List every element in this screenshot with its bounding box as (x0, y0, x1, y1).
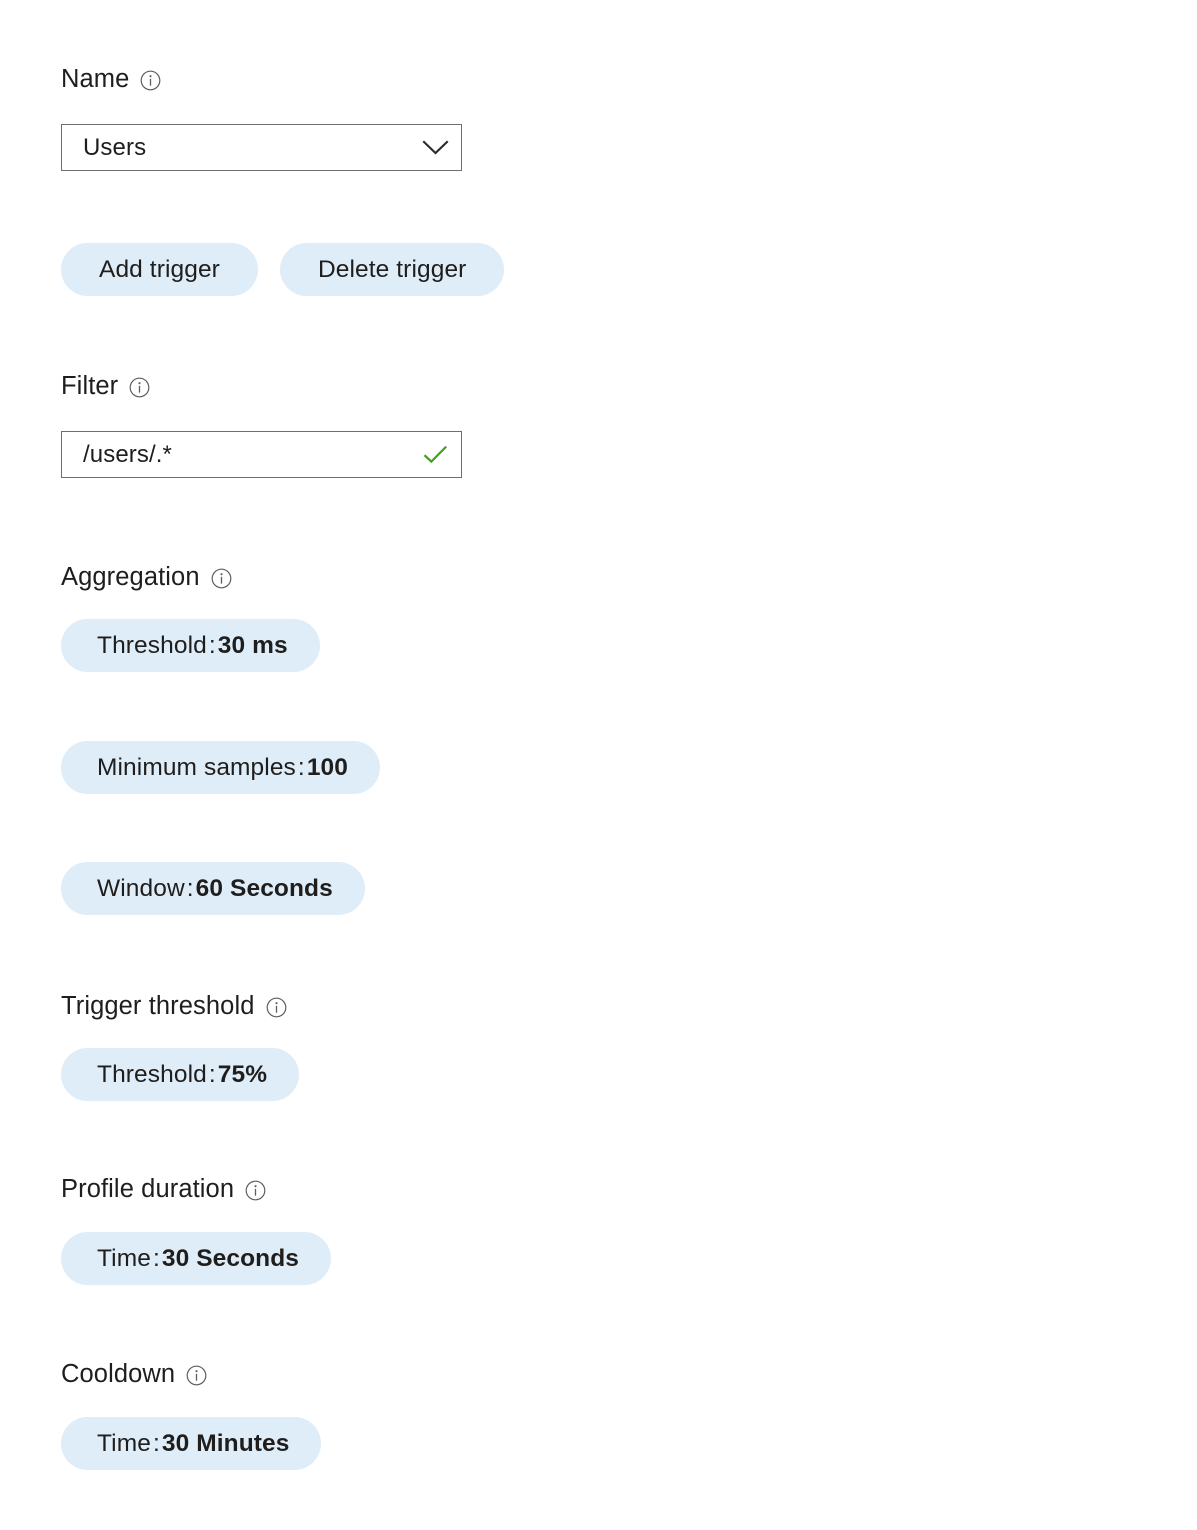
pill-separator: : (152, 1244, 160, 1272)
pill-value: 75% (217, 1060, 268, 1088)
pill-key: Time (97, 1244, 151, 1272)
profile-duration-row: Time : 30 Seconds (0, 1232, 332, 1285)
pill-separator: : (152, 1429, 160, 1457)
filter-field-label: Filter (0, 369, 150, 403)
aggregation-field-label: Aggregation (0, 560, 232, 594)
aggregation-threshold-pill[interactable]: Threshold : 30 ms (61, 619, 320, 672)
checkmark-icon (409, 432, 461, 477)
trigger-threshold-pill[interactable]: Threshold : 75% (61, 1048, 300, 1101)
filter-input-value: /users/.* (83, 441, 172, 468)
pill-value: 30 Seconds (161, 1244, 300, 1272)
info-icon[interactable] (211, 568, 232, 589)
profile-duration-field-label: Profile duration (0, 1172, 266, 1206)
info-icon[interactable] (245, 1180, 266, 1201)
trigger-action-buttons: Add trigger Delete trigger (0, 243, 505, 296)
profile-duration-label-text: Profile duration (61, 1175, 235, 1203)
pill-key: Threshold (97, 631, 207, 659)
name-dropdown-value: Users (83, 134, 147, 161)
cooldown-time-pill[interactable]: Time : 30 Minutes (61, 1417, 322, 1470)
name-dropdown[interactable]: Users (61, 124, 462, 171)
cooldown-label-text: Cooldown (61, 1360, 176, 1388)
aggregation-label-text: Aggregation (61, 563, 200, 591)
aggregation-minimum-samples-pill[interactable]: Minimum samples : 100 (61, 741, 381, 794)
aggregation-minimum-samples-row: Minimum samples : 100 (0, 741, 381, 794)
chevron-down-icon[interactable] (409, 125, 461, 170)
pill-key: Window (97, 874, 185, 902)
pill-key: Minimum samples (97, 753, 296, 781)
trigger-threshold-row: Threshold : 75% (0, 1048, 300, 1101)
info-icon[interactable] (140, 70, 161, 91)
pill-separator: : (208, 631, 216, 659)
pill-value: 100 (306, 753, 349, 781)
aggregation-window-row: Window : 60 Seconds (0, 862, 365, 915)
trigger-threshold-label-text: Trigger threshold (61, 992, 255, 1020)
name-label-text: Name (61, 65, 130, 93)
aggregation-threshold-row: Threshold : 30 ms (0, 619, 320, 672)
pill-separator: : (208, 1060, 216, 1088)
name-field-label: Name (0, 62, 161, 96)
pill-key: Threshold (97, 1060, 207, 1088)
info-icon[interactable] (186, 1365, 207, 1386)
pill-separator: : (297, 753, 305, 781)
filter-label-text: Filter (61, 372, 119, 400)
info-icon[interactable] (129, 377, 150, 398)
pill-separator: : (186, 874, 194, 902)
pill-key: Time (97, 1429, 151, 1457)
add-trigger-button[interactable]: Add trigger (61, 243, 258, 296)
profile-duration-time-pill[interactable]: Time : 30 Seconds (61, 1232, 332, 1285)
pill-value: 60 Seconds (195, 874, 333, 902)
info-icon[interactable] (266, 997, 287, 1018)
cooldown-row: Time : 30 Minutes (0, 1417, 322, 1470)
aggregation-window-pill[interactable]: Window : 60 Seconds (61, 862, 365, 915)
pill-value: 30 Minutes (161, 1429, 290, 1457)
delete-trigger-button[interactable]: Delete trigger (279, 243, 505, 296)
trigger-threshold-field-label: Trigger threshold (0, 989, 287, 1023)
cooldown-field-label: Cooldown (0, 1357, 207, 1391)
pill-value: 30 ms (217, 631, 288, 659)
filter-input[interactable]: /users/.* (61, 431, 462, 478)
